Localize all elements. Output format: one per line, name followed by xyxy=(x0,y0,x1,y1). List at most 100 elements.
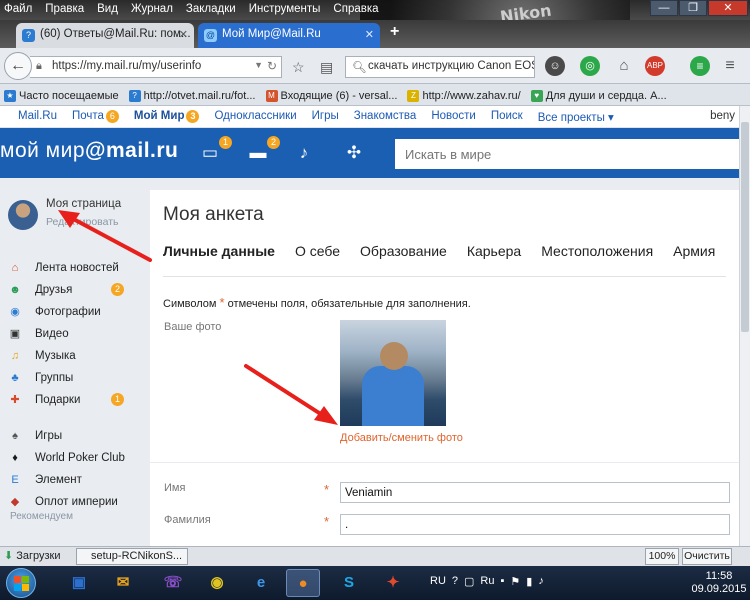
sidebar-item[interactable]: ✚ Подарки 1 xyxy=(8,391,148,409)
volume-icon[interactable]: ♪ xyxy=(538,575,544,588)
bookmark-item[interactable]: M Входящие (6) - versal... xyxy=(265,87,398,105)
form-tab[interactable]: Личные данные xyxy=(163,243,275,259)
my-page-link[interactable]: Моя страница xyxy=(46,198,121,210)
minimize-button[interactable]: — xyxy=(650,0,678,16)
sidebar-item[interactable]: ◆ Оплот империи xyxy=(8,493,148,511)
smiley-icon[interactable]: ☺ xyxy=(545,56,565,76)
reload-icon[interactable]: ↻ xyxy=(267,59,277,73)
avatar[interactable] xyxy=(8,200,38,230)
sidebar-item[interactable]: ▣ Видео xyxy=(8,325,148,343)
bookmark-item[interactable]: ★ Часто посещаемые xyxy=(4,87,119,105)
portal-link[interactable]: Почта 6 xyxy=(72,110,119,127)
bookmark-label: Входящие (6) - versal... xyxy=(280,90,398,102)
clock-time: 11:58 xyxy=(705,570,733,582)
viber-icon[interactable]: ☏ xyxy=(156,569,190,597)
close-tab-icon[interactable]: ✕ xyxy=(179,28,188,41)
surname-input[interactable] xyxy=(340,514,730,535)
name-input[interactable] xyxy=(340,482,730,503)
reader-icon[interactable]: ▤ xyxy=(320,59,333,76)
tray-app-icon[interactable]: ▪ xyxy=(500,575,504,588)
form-tab[interactable]: Местоположения xyxy=(541,243,653,259)
change-photo-link[interactable]: Добавить/сменить фото xyxy=(340,432,463,444)
start-button[interactable] xyxy=(6,568,36,598)
bookmark-label: http://www.zahav.ru/ xyxy=(422,90,521,102)
maximize-button[interactable]: ❐ xyxy=(679,0,707,16)
sidebar-item[interactable]: ♫ Музыка xyxy=(8,347,148,365)
portal-link[interactable]: Поиск xyxy=(491,110,523,127)
portal-link[interactable]: Mail.Ru xyxy=(18,110,57,127)
portal-link[interactable]: Все проекты ▾ xyxy=(538,110,614,127)
portal-link[interactable]: Игры xyxy=(312,110,339,127)
home-icon[interactable]: ⌂ xyxy=(614,56,634,76)
bookmark-star-icon[interactable]: ☆ xyxy=(292,59,305,76)
sidebar-item[interactable]: ☻ Друзья 2 xyxy=(8,281,148,299)
downloads-label[interactable]: ⬇ Загрузки xyxy=(4,549,61,563)
chat-icon[interactable]: ▬ 2 xyxy=(246,136,280,163)
bookmark-item[interactable]: Zhttp://www.zahav.ru/ xyxy=(407,87,521,105)
mymir-logo[interactable]: мой мир@mail.ru xyxy=(0,139,178,163)
menu-item[interactable]: Правка xyxy=(45,3,84,15)
app-icon[interactable]: ✦ xyxy=(376,569,410,597)
portal-link[interactable]: Мой Мир 3 xyxy=(134,110,200,127)
form-tab[interactable]: Армия xyxy=(673,243,715,259)
clock[interactable]: 11:58 09.09.2015 xyxy=(690,570,748,596)
tab-otvety[interactable]: ? (60) Ответы@Mail.Ru: пом... ✕ xyxy=(16,23,194,48)
form-tab[interactable]: Образование xyxy=(360,243,447,259)
portal-link-label: Игры xyxy=(311,110,339,122)
close-window-button[interactable]: ✕ xyxy=(708,0,748,16)
flag-icon[interactable]: ⚑ xyxy=(510,575,520,588)
messages-icon[interactable]: ▭ 1 xyxy=(198,136,232,163)
addon-icon[interactable]: ◎ xyxy=(580,56,600,76)
address-bar[interactable]: 🔒︎ https://my.mail.ru/my/userinfo ▼ ↻ xyxy=(30,56,282,78)
explorer-icon[interactable]: ▣ xyxy=(62,569,96,597)
network-icon[interactable]: ▮ xyxy=(526,575,532,588)
sidebar-item[interactable]: ◉ Фотографии xyxy=(8,303,148,321)
help-icon[interactable]: ? xyxy=(452,575,458,588)
sidebar-item[interactable]: ⌂ Лента новостей xyxy=(8,259,148,277)
firefox-icon[interactable]: ● xyxy=(286,569,320,597)
skype-icon[interactable]: S xyxy=(332,569,366,597)
page-scrollbar[interactable] xyxy=(739,106,750,546)
ie-icon[interactable]: e xyxy=(244,569,278,597)
menu-icon[interactable]: ≡ xyxy=(720,56,740,76)
gamepad-icon[interactable]: ✣ xyxy=(342,143,366,163)
menu-item[interactable]: Вид xyxy=(97,3,118,15)
edit-profile-link[interactable]: Редактировать xyxy=(46,216,119,228)
clear-downloads-button[interactable]: Очистить xyxy=(682,548,732,565)
sidebar-item[interactable]: ♣ Группы xyxy=(8,369,148,387)
adblock-icon[interactable]: ABP xyxy=(645,56,665,76)
form-tab[interactable]: Карьера xyxy=(467,243,521,259)
menu-item[interactable]: Справка xyxy=(333,3,378,15)
sidebar-item[interactable]: ♦ World Poker Club xyxy=(8,449,148,467)
menu-item[interactable]: Инструменты xyxy=(249,3,321,15)
tab-moy-mir[interactable]: @ Мой Мир@Mail.Ru ✕ xyxy=(198,23,380,48)
close-tab-icon[interactable]: ✕ xyxy=(365,28,374,41)
bookmark-item[interactable]: ♥ Для души и сердца. А... xyxy=(530,87,667,105)
scrollbar-thumb[interactable] xyxy=(741,122,749,332)
portal-link[interactable]: Знакомства xyxy=(354,110,417,127)
chrome-icon[interactable]: ◉ xyxy=(200,569,234,597)
keyboard-lang-icon[interactable]: Ru xyxy=(480,575,494,588)
back-button[interactable]: ← xyxy=(4,52,32,80)
mail-agent-icon[interactable]: ✉ xyxy=(106,569,140,597)
search-bar[interactable]: 🔍︎ скачать инструкцию Canon EOS xyxy=(345,56,535,78)
sync-icon[interactable]: ≡ xyxy=(690,56,710,76)
form-tab[interactable]: О себе xyxy=(295,243,340,259)
menu-item[interactable]: Журнал xyxy=(131,3,173,15)
dropdown-arrow-icon[interactable]: ▼ xyxy=(254,60,263,70)
new-tab-button[interactable]: + xyxy=(390,23,399,41)
user-menu[interactable]: beny xyxy=(710,110,735,122)
menu-item[interactable]: Файл xyxy=(4,3,32,15)
menu-item[interactable]: Закладки xyxy=(186,3,236,15)
zoom-level[interactable]: 100% xyxy=(645,548,679,565)
language-indicator[interactable]: RU xyxy=(430,575,446,588)
sidebar-item[interactable]: ♠ Игры xyxy=(8,427,148,445)
sidebar-item[interactable]: E Элемент xyxy=(8,471,148,489)
portal-link[interactable]: Одноклассники xyxy=(214,110,296,127)
download-file-item[interactable]: setup-RCNikonS... xyxy=(76,548,188,565)
monitor-icon[interactable]: ▢ xyxy=(464,575,474,588)
bookmark-item[interactable]: ? http://otvet.mail.ru/fot... xyxy=(128,87,256,105)
world-search-input[interactable] xyxy=(395,139,739,169)
bell-icon[interactable]: ♪ xyxy=(292,143,316,163)
portal-link[interactable]: Новости xyxy=(431,110,476,127)
